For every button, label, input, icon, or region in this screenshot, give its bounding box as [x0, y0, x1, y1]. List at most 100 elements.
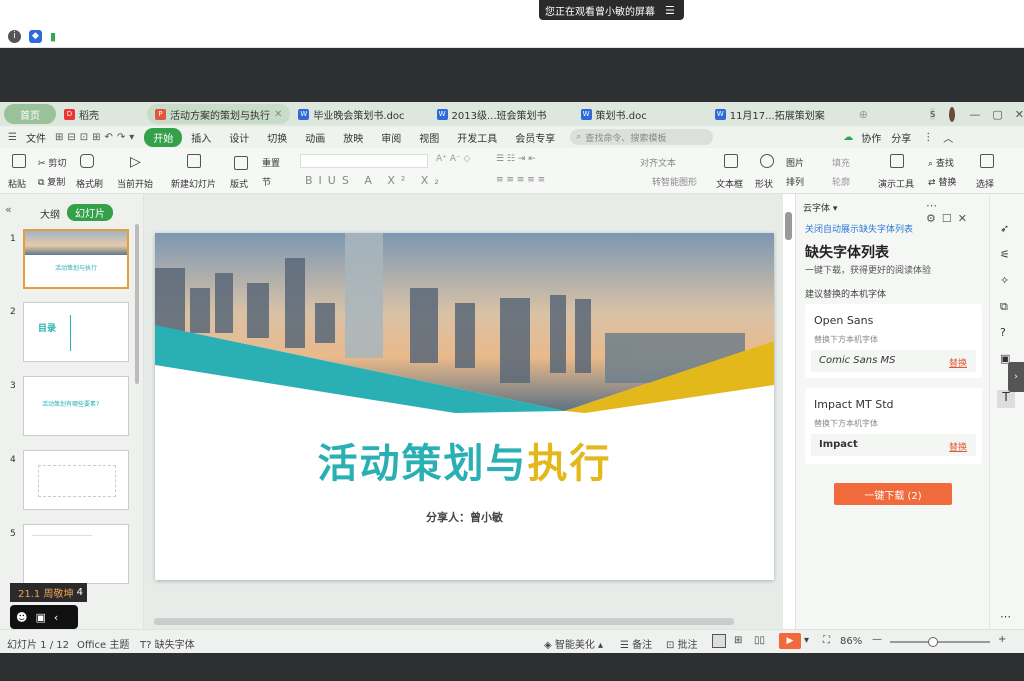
list-buttons[interactable]: ☰ ☷ ⇥ ⇤	[496, 154, 536, 164]
tab-outline[interactable]: 大纲	[40, 206, 60, 221]
menu-insert[interactable]: 插入	[182, 130, 220, 145]
share-button[interactable]: 分享	[891, 130, 911, 145]
layout-button[interactable]: 版式	[230, 177, 248, 190]
paste-button[interactable]: 粘贴	[8, 177, 26, 190]
smart-beautify-button[interactable]: ◈ 智能美化 ▴	[544, 636, 603, 651]
pin-icon[interactable]: ✧	[1000, 274, 1009, 287]
menu-developer[interactable]: 开发工具	[448, 130, 506, 145]
text-font-icon[interactable]: T	[997, 390, 1015, 408]
select-icon[interactable]	[980, 154, 994, 168]
menu-member[interactable]: 会员专享	[506, 130, 564, 145]
menu-view[interactable]: 视图	[410, 130, 448, 145]
slide-thumb-1[interactable]: 活动策划与执行	[23, 229, 129, 289]
find-button[interactable]: ⌕ 查找	[928, 156, 954, 169]
vertical-scrollbar[interactable]	[785, 212, 792, 240]
zoom-in-icon[interactable]: +	[998, 634, 1006, 645]
select-button[interactable]: 选择	[976, 177, 994, 190]
menu-file[interactable]: 文件	[17, 130, 55, 145]
more-options-icon[interactable]: ⋯	[1000, 610, 1011, 623]
notes-button[interactable]: ☰ 备注	[620, 636, 652, 651]
menu-icon[interactable]: ☰	[665, 4, 675, 17]
close-window-icon[interactable]: ✕	[1015, 108, 1024, 121]
play-icon[interactable]: ▷	[130, 154, 141, 170]
cut-button[interactable]: ✂ 剪切	[38, 156, 66, 169]
zoom-out-icon[interactable]: —	[872, 634, 882, 645]
fit-window-icon[interactable]: ⛶	[823, 635, 830, 646]
align-buttons[interactable]: ≡ ≡ ≡ ≡ ≡	[496, 175, 545, 185]
theme-label[interactable]: Office 主题	[77, 636, 129, 651]
rocket-icon[interactable]: ➶	[1000, 222, 1009, 235]
command-search[interactable]: ⌕ 查找命令、搜索模板	[570, 129, 714, 145]
collapse-sidebar-icon[interactable]: «	[5, 203, 12, 216]
menu-animation[interactable]: 动画	[296, 130, 334, 145]
slide-thumb-5[interactable]	[23, 524, 129, 584]
font-family-select[interactable]	[300, 154, 428, 168]
slideshow-dropdown-icon[interactable]: ▾	[804, 635, 809, 646]
layout-icon[interactable]	[234, 156, 248, 170]
fill-button[interactable]: 填充	[832, 156, 850, 169]
shield-icon[interactable]: ◆	[29, 29, 42, 43]
signal-icon[interactable]: ▮	[50, 30, 56, 43]
font-style-buttons[interactable]: BIUS A X² X₂	[305, 174, 445, 187]
panel-header-icons[interactable]: ⋯⚙☐✕	[926, 199, 989, 225]
new-slide-icon[interactable]	[187, 154, 201, 168]
shape-icon[interactable]	[760, 154, 774, 168]
new-tab-icon[interactable]: ⊕	[859, 108, 868, 121]
zoom-slider-handle[interactable]	[928, 637, 938, 647]
copy-icon[interactable]: ⧉	[1000, 300, 1008, 314]
replace-button[interactable]: 替换	[949, 440, 967, 453]
outline-button[interactable]: 轮廓	[832, 175, 850, 188]
missing-font-status[interactable]: T? 缺失字体	[140, 636, 195, 651]
picture-button[interactable]: 图片	[786, 156, 804, 169]
face-icon[interactable]: ☻	[16, 611, 27, 624]
comments-button[interactable]: ⊡ 批注	[666, 636, 698, 651]
replace-button[interactable]: ⇄ 替换	[928, 175, 956, 188]
slide-title[interactable]: 活动策划与执行	[155, 431, 774, 489]
textbox-button[interactable]: 文本框	[716, 177, 743, 190]
normal-view-icon[interactable]	[712, 634, 726, 648]
reading-view-icon[interactable]: ▯▯	[754, 635, 765, 646]
slide-thumb-3[interactable]: 活动策划有哪些要素?	[23, 376, 129, 436]
close-icon[interactable]: ✕	[274, 109, 282, 120]
tab-doc-2[interactable]: W 2013级...班会策划书	[429, 102, 555, 126]
sorter-view-icon[interactable]: ⊞	[734, 635, 742, 646]
slide-presenter[interactable]: 分享人：曾小敏	[155, 509, 774, 525]
format-painter-button[interactable]: 格式刷	[76, 177, 103, 190]
cloud-icon[interactable]: ☁	[843, 132, 853, 143]
shape-button[interactable]: 形状	[755, 177, 773, 190]
menu-transition[interactable]: 切换	[258, 130, 296, 145]
expand-panel-icon[interactable]: ›	[1008, 362, 1024, 392]
zoom-level[interactable]: 86%	[840, 636, 862, 647]
new-slide-button[interactable]: 新建幻灯片	[171, 177, 216, 190]
paste-icon[interactable]	[12, 154, 26, 168]
presentation-tools-button[interactable]: 演示工具	[878, 177, 914, 190]
info-icon[interactable]: i	[8, 29, 21, 43]
tab-doc-1[interactable]: W 毕业晚会策划书.doc	[290, 102, 412, 126]
more-icon[interactable]: ⋮	[923, 132, 933, 143]
slide-thumb-2[interactable]: 目录	[23, 302, 129, 362]
slide[interactable]: 活动策划与执行 分享人：曾小敏	[155, 233, 774, 580]
tab-active-presentation[interactable]: P 活动方案的策划与执行 ✕	[147, 104, 291, 124]
brush-icon[interactable]	[80, 154, 94, 168]
tab-slides[interactable]: 幻灯片	[67, 204, 113, 221]
hamburger-icon[interactable]: ☰	[8, 132, 17, 143]
reset-button[interactable]: 重置	[262, 156, 280, 169]
sliders-icon[interactable]: ⚟	[1000, 248, 1010, 261]
horizontal-scrollbar[interactable]	[154, 618, 734, 625]
presentation-tools-icon[interactable]	[890, 154, 904, 168]
tab-home[interactable]: 首页	[4, 104, 56, 124]
copy-button[interactable]: ⧉ 复制	[38, 175, 65, 188]
replacement-row[interactable]: Comic Sans MS 替换	[811, 350, 976, 372]
collab-button[interactable]: 协作	[861, 130, 881, 145]
zoom-slider[interactable]	[890, 637, 990, 647]
restore-icon[interactable]: ▢	[992, 108, 1002, 121]
tab-doc-3[interactable]: W 策划书.doc	[573, 102, 655, 126]
font-size-buttons[interactable]: A⁺ A⁻ ◇	[436, 154, 470, 164]
section-button[interactable]: 节	[262, 175, 271, 188]
smartart-button[interactable]: 转智能图形	[652, 175, 697, 188]
chat-icon[interactable]: ▣	[35, 611, 45, 624]
menu-slideshow[interactable]: 放映	[334, 130, 372, 145]
toolbar-quick-icons[interactable]: ⊞⊟⊡⊞↶↷▾	[55, 132, 138, 143]
play-slideshow-button[interactable]: ▶	[779, 633, 801, 649]
menu-design[interactable]: 设计	[220, 130, 258, 145]
